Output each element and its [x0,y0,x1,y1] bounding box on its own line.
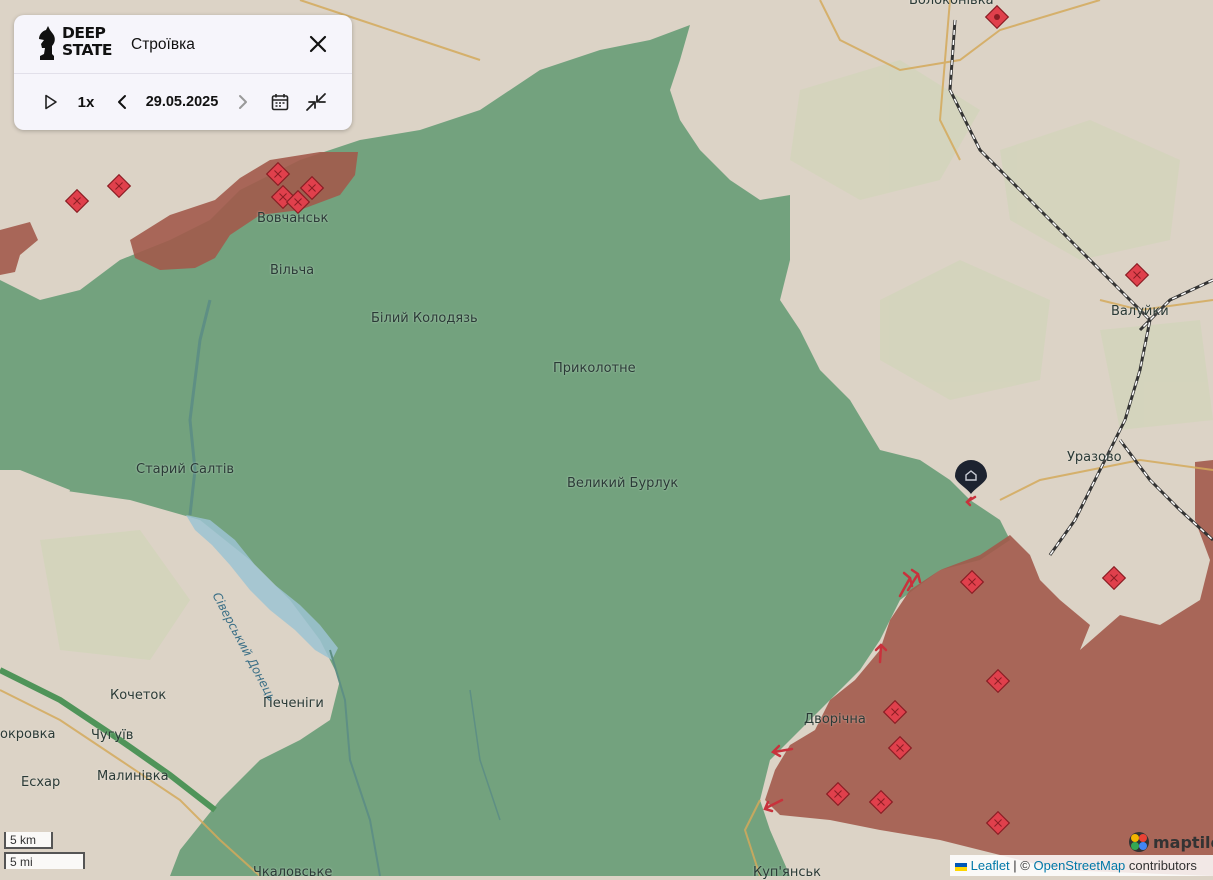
place-label-eskhar: Есхар [21,775,61,790]
place-label-staryi-saltiv: Старий Салтів [136,462,235,477]
control-panel: DEEP STATE Строївка 1x 29.05.2025 [14,15,352,130]
logo-text-line2: STATE [62,41,113,59]
attribution-separator: | © [1013,858,1030,873]
place-label-pokrovka: окровка [0,727,56,742]
logo-text-line1: DEEP [62,24,106,42]
place-label-bilyi-kolodiaz: Білий Колодязь [371,311,478,326]
calendar-icon [271,94,289,111]
panel-header: DEEP STATE Строївка [14,15,352,74]
scale-km: 5 km [4,832,53,849]
play-icon [45,94,57,110]
maptiler-logo-text: maptiler [1153,832,1213,852]
leaflet-link[interactable]: Leaflet [971,858,1010,873]
place-label-vovchansk: Вовчанськ [257,211,329,226]
date-display[interactable]: 29.05.2025 [140,89,224,115]
place-label-volokonivka: Волоконівка [909,0,994,8]
place-label-urazovo: Уразово [1067,450,1122,465]
place-label-dvorichna: Дворічна [804,712,866,727]
place-label-vilcha: Вільча [270,263,315,278]
place-label-chkalovske: Чкаловське [253,865,333,880]
place-label-chuhuiv: Чугуїв [91,728,134,743]
osm-link[interactable]: OpenStreetMap [1034,858,1126,873]
scale-mi: 5 mi [4,852,85,869]
place-label-malynivka: Малинівка [97,769,169,784]
chevron-left-icon [118,95,126,109]
map-attribution: Leaflet | © OpenStreetMap contributors [950,855,1213,876]
attribution-contributors: contributors [1128,858,1197,873]
previous-date-button[interactable] [112,89,132,115]
maptiler-logo[interactable]: maptiler [1128,831,1213,853]
play-button[interactable] [40,89,62,115]
calendar-button[interactable] [268,89,292,115]
next-date-button[interactable] [233,89,253,115]
place-label-prykolotne: Приколотне [553,361,636,376]
deepstate-logo-text: DEEP STATE [62,24,113,59]
place-label-kupiansk: Куп'янськ [753,865,821,880]
compare-button[interactable] [303,89,329,115]
maptiler-logo-icon [1129,832,1149,852]
place-label-kochetok: Кочеток [110,688,167,703]
area-name: Строївка [131,36,195,53]
map-canvas[interactable] [0,0,1213,876]
place-label-velykyi-burluk: Великий Бурлук [567,476,679,491]
close-icon[interactable] [306,32,330,56]
ukraine-flag-icon [955,862,967,871]
speed-button[interactable]: 1x [73,89,99,115]
place-label-valuiky: Валуйки [1111,304,1169,319]
compare-arrows-icon [306,93,326,111]
chevron-right-icon [239,95,247,109]
deepstate-logo-icon [39,26,55,60]
